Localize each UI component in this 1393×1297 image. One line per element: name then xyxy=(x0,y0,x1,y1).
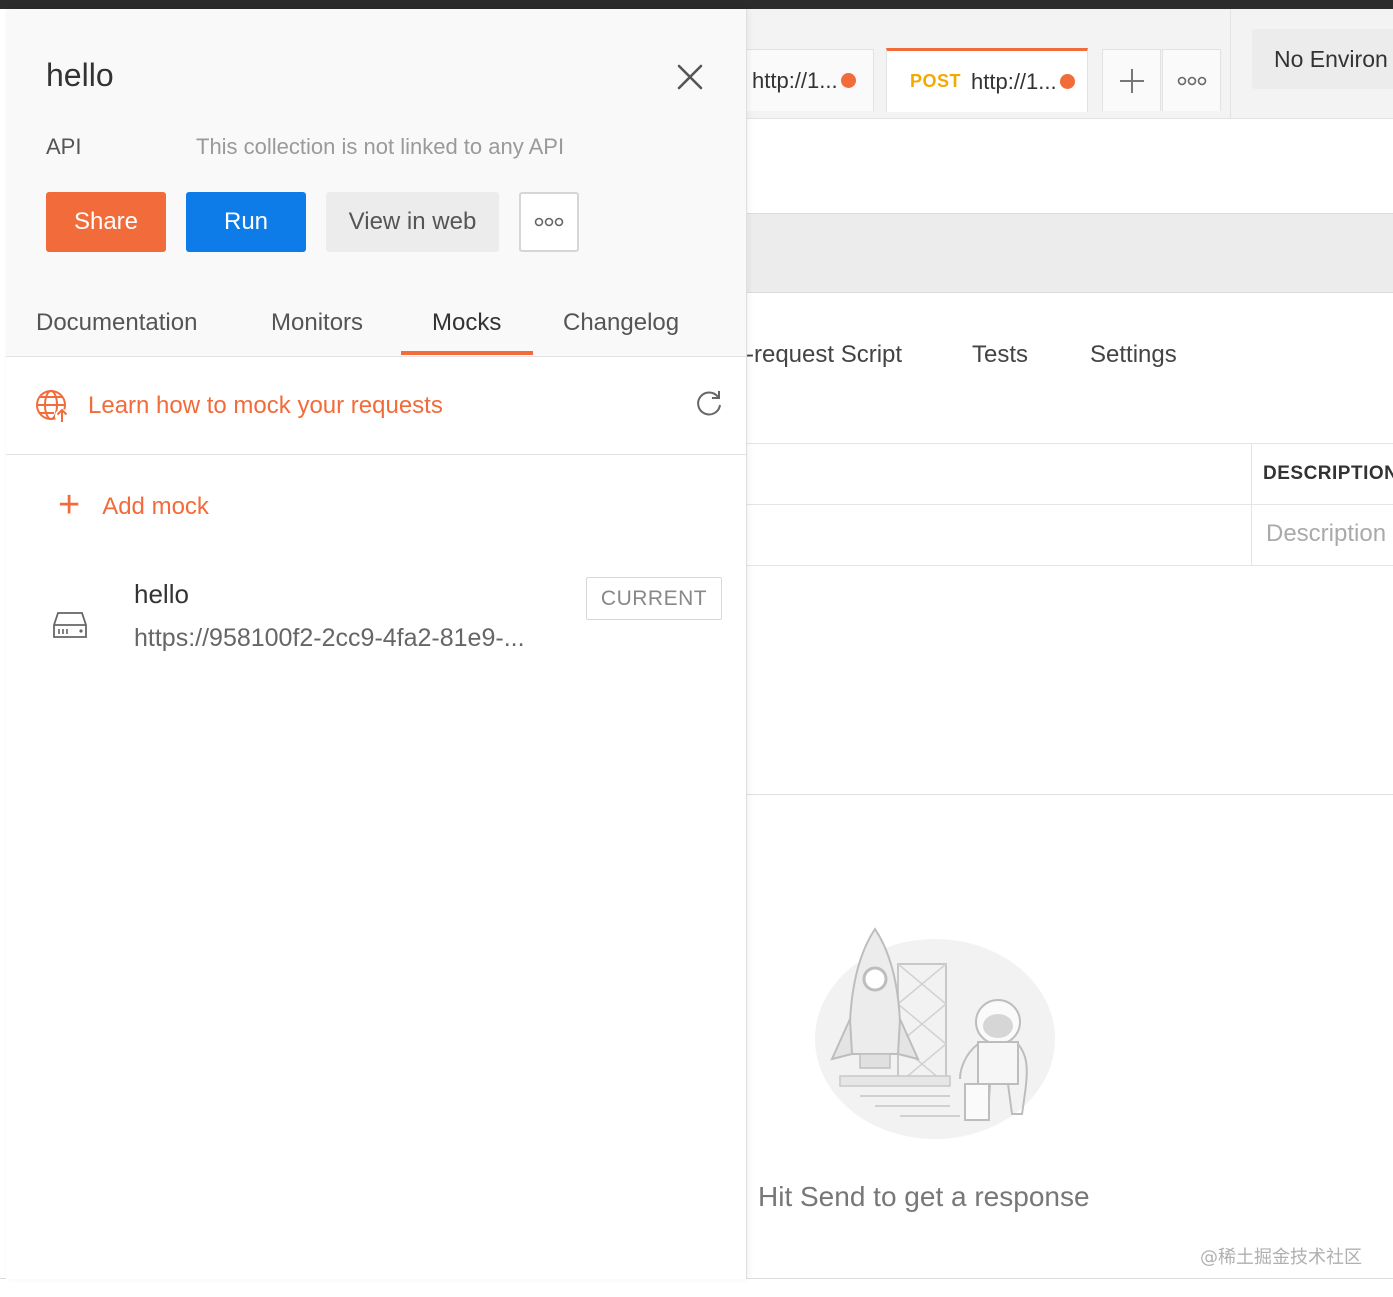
unsaved-dot-icon xyxy=(1059,74,1075,89)
collection-tabs: Documentation Monitors Mocks Changelog xyxy=(6,309,746,357)
plus-icon: + xyxy=(58,484,81,526)
params-table-border xyxy=(746,504,1393,505)
plus-icon xyxy=(1119,68,1144,93)
mock-name: hello xyxy=(134,579,189,609)
mock-server-item[interactable]: hello https://958100f2-2cc9-4fa2-81e9-..… xyxy=(6,569,746,679)
params-table-border xyxy=(746,443,1393,444)
request-tab[interactable]: http://1... xyxy=(746,49,874,111)
watermark: @稀土掘金技术社区 xyxy=(1200,1247,1362,1268)
run-button[interactable]: Run xyxy=(186,192,306,252)
globe-upload-icon xyxy=(36,390,69,423)
request-tab-active[interactable]: POST http://1... xyxy=(886,48,1088,112)
request-tab-bar: http://1... POST http://1... No Environ xyxy=(746,9,1393,119)
collection-panel: hello API This collection is not linked … xyxy=(6,9,747,1279)
more-icon xyxy=(1177,76,1206,85)
tab-changelog[interactable]: Changelog xyxy=(563,309,679,337)
active-tab-indicator xyxy=(401,351,533,355)
window-top-strip xyxy=(0,0,1393,9)
tab-tests[interactable]: Tests xyxy=(972,341,1028,369)
request-tab-url: http://1... xyxy=(752,67,838,93)
description-input[interactable]: Description xyxy=(1266,520,1386,548)
params-column-separator xyxy=(1251,443,1252,565)
add-mock-button[interactable]: + Add mock xyxy=(58,484,209,527)
tabbar-divider xyxy=(1230,9,1231,119)
description-column-header: DESCRIPTION xyxy=(1263,463,1393,484)
response-divider xyxy=(746,794,1393,795)
tab-monitors[interactable]: Monitors xyxy=(271,309,363,337)
tab-documentation[interactable]: Documentation xyxy=(36,309,197,337)
api-label: API xyxy=(46,134,82,159)
new-tab-button[interactable] xyxy=(1102,49,1161,111)
view-in-web-button[interactable]: View in web xyxy=(326,192,499,252)
server-icon xyxy=(53,612,87,638)
learn-banner: Learn how to mock your requests xyxy=(6,358,746,455)
api-link-status: This collection is not linked to any API xyxy=(196,134,565,159)
environment-selector[interactable]: No Environ xyxy=(1252,29,1393,89)
collection-panel-header: hello API This collection is not linked … xyxy=(6,9,746,357)
request-method: POST xyxy=(910,71,962,91)
tab-pre-request-script[interactable]: -request Script xyxy=(746,341,902,369)
url-bar-row xyxy=(746,213,1393,293)
more-icon xyxy=(534,217,564,227)
request-tab-url: http://1... xyxy=(971,68,1057,94)
close-icon[interactable] xyxy=(674,61,706,93)
tab-settings[interactable]: Settings xyxy=(1090,341,1177,369)
learn-mock-link[interactable]: Learn how to mock your requests xyxy=(88,392,443,420)
unsaved-dot-icon xyxy=(840,73,856,88)
response-empty-message: Hit Send to get a response xyxy=(758,1181,1090,1212)
mock-url[interactable]: https://958100f2-2cc9-4fa2-81e9-... xyxy=(134,624,525,653)
collection-title: hello xyxy=(46,57,114,93)
tab-mocks[interactable]: Mocks xyxy=(432,309,501,337)
tab-options-button[interactable] xyxy=(1162,49,1221,111)
rocket-astronaut-illustration xyxy=(815,927,1055,1139)
add-mock-label: Add mock xyxy=(102,493,209,520)
current-badge: CURRENT xyxy=(586,577,722,620)
params-table-border xyxy=(746,565,1393,566)
share-button[interactable]: Share xyxy=(46,192,166,252)
refresh-icon[interactable] xyxy=(694,388,724,418)
more-actions-button[interactable] xyxy=(519,192,579,252)
